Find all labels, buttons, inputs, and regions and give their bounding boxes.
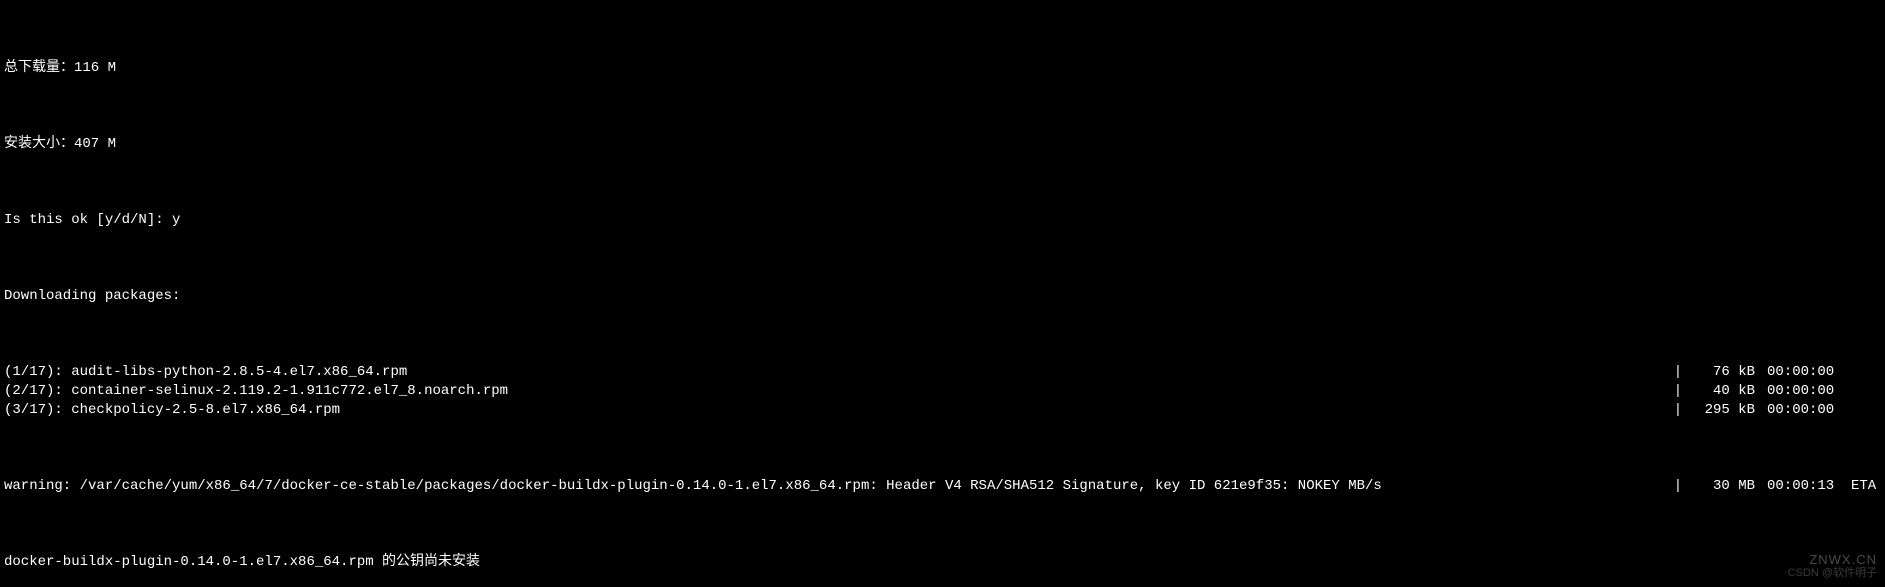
confirm-prompt-line: Is this ok [y/d/N]: y (4, 211, 1881, 230)
separator-bar: | (1669, 382, 1687, 401)
terminal-output: 总下载量：116 M 安装大小：407 M Is this ok [y/d/N]… (0, 0, 1885, 587)
total-download-line: 总下载量：116 M (4, 59, 1881, 78)
confirm-prompt: Is this ok [y/d/N]: (4, 212, 172, 228)
confirm-answer: y (172, 212, 180, 228)
package-name: (3/17): checkpolicy-2.5-8.el7.x86_64.rpm (4, 401, 340, 420)
warning-eta: ETA (1847, 477, 1881, 496)
install-size-label: 安装大小：407 M (4, 135, 116, 154)
package-row: (3/17): checkpolicy-2.5-8.el7.x86_64.rpm… (4, 401, 1881, 420)
warning-line: warning: /var/cache/yum/x86_64/7/docker-… (4, 477, 1881, 496)
total-download-label: 总下载量：116 M (4, 59, 116, 78)
downloading-label: Downloading packages: (4, 287, 180, 306)
package-size: 40 kB (1687, 382, 1757, 401)
downloading-label-line: Downloading packages: (4, 287, 1881, 306)
separator-bar: | (1669, 477, 1687, 496)
package-time: 00:00:00 (1757, 363, 1847, 382)
package-size: 295 kB (1687, 401, 1757, 420)
separator-bar: | (1669, 401, 1687, 420)
package-row: (1/17): audit-libs-python-2.8.5-4.el7.x8… (4, 363, 1881, 382)
package-row: (2/17): container-selinux-2.119.2-1.911c… (4, 382, 1881, 401)
package-time: 00:00:00 (1757, 382, 1847, 401)
warning-text-2: docker-buildx-plugin-0.14.0-1.el7.x86_64… (4, 553, 480, 572)
package-size: 76 kB (1687, 363, 1757, 382)
install-size-line: 安装大小：407 M (4, 135, 1881, 154)
separator-bar: | (1669, 363, 1687, 382)
warning-text: warning: /var/cache/yum/x86_64/7/docker-… (4, 477, 1382, 496)
package-name: (2/17): container-selinux-2.119.2-1.911c… (4, 382, 508, 401)
package-name: (1/17): audit-libs-python-2.8.5-4.el7.x8… (4, 363, 407, 382)
warning-size: 30 MB (1687, 477, 1757, 496)
warning-line-2: docker-buildx-plugin-0.14.0-1.el7.x86_64… (4, 553, 1881, 572)
package-time: 00:00:00 (1757, 401, 1847, 420)
warning-time: 00:00:13 (1757, 477, 1847, 496)
